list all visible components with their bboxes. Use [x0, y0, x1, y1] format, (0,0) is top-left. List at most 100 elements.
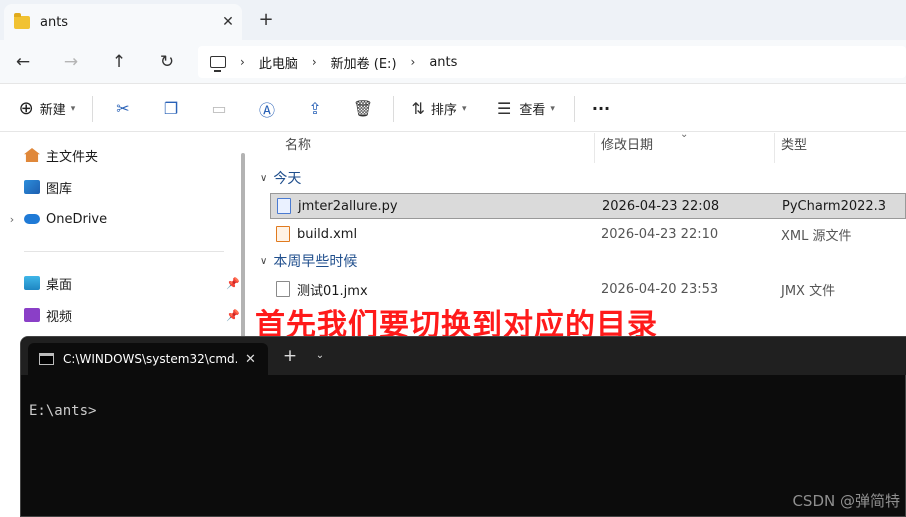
sidebar-item-label: 主文件夹 — [46, 149, 99, 165]
video-icon — [24, 308, 40, 322]
scissors-icon: ✂ — [116, 99, 130, 118]
new-button-label: 新建 — [39, 103, 66, 118]
table-row[interactable]: 测试01.jmx 2026-04-20 23:53 JMX 文件 — [270, 276, 906, 302]
tab-title: ants — [40, 14, 69, 30]
gallery-icon — [24, 180, 40, 194]
forward-button[interactable]: → — [55, 40, 87, 84]
terminal-tab-strip: C:\WINDOWS\system32\cmd.e ✕ + ⌄ — [21, 337, 906, 375]
file-name: jmter2allure.py — [298, 198, 398, 214]
clipboard-icon: ▭ — [211, 99, 227, 118]
sort-button-label: 排序 — [430, 103, 457, 118]
tab-close-button[interactable]: ✕ — [214, 14, 242, 30]
breadcrumb-this-pc[interactable]: 此电脑 — [259, 53, 298, 72]
column-divider[interactable] — [774, 133, 775, 163]
paste-button[interactable]: ▭ — [195, 86, 243, 132]
file-icon — [276, 281, 290, 297]
group-header-today[interactable]: ∨ 今天 — [260, 165, 301, 191]
share-icon: ⇪ — [308, 99, 322, 118]
group-header-earlier-this-week[interactable]: ∨ 本周早些时候 — [260, 248, 357, 274]
plus-circle-icon: ⊕ — [18, 98, 34, 119]
sidebar-item-onedrive[interactable]: › OneDrive — [0, 204, 240, 234]
terminal-tab-title: C:\WINDOWS\system32\cmd.e — [63, 352, 237, 366]
file-date: 2026-04-20 23:53 — [601, 281, 719, 297]
chevron-right-icon[interactable]: › — [0, 213, 24, 226]
column-header-date[interactable]: 修改日期 — [601, 133, 653, 159]
file-type: XML 源文件 — [781, 228, 852, 244]
group-label: 本周早些时候 — [273, 254, 358, 270]
divider — [393, 95, 394, 122]
column-header-type[interactable]: 类型 — [781, 133, 807, 159]
file-date: 2026-04-23 22:10 — [601, 226, 719, 242]
terminal-dropdown-button[interactable]: ⌄ — [309, 345, 331, 367]
sidebar-item-video[interactable]: 视频 📌 — [0, 300, 240, 330]
address-row: ← → ↑ ↻ › 此电脑 › 新加卷 (E:) › ants — [0, 40, 906, 84]
sort-icon: ⇅ — [411, 99, 425, 118]
file-name: build.xml — [297, 226, 358, 242]
folder-icon — [14, 12, 30, 29]
pin-icon[interactable]: 📌 — [226, 309, 240, 322]
copy-icon: ❐ — [163, 99, 179, 118]
cmd-icon — [39, 353, 54, 365]
breadcrumb-drive[interactable]: 新加卷 (E:) — [331, 53, 397, 72]
new-button[interactable]: ⊕ 新建 ▾ — [8, 86, 86, 132]
scrollbar-thumb[interactable] — [241, 153, 245, 353]
sidebar-item-gallery[interactable]: 图库 — [0, 172, 240, 202]
rename-icon: Ⓐ — [258, 100, 275, 120]
terminal-new-tab-button[interactable]: + — [279, 345, 301, 367]
xml-file-icon — [276, 226, 290, 242]
chevron-down-icon: ∨ — [260, 172, 268, 184]
title-tab-strip: ants ✕ + — [0, 0, 906, 40]
cloud-icon — [24, 214, 40, 224]
sidebar-item-label: 视频 — [46, 309, 73, 325]
file-date: 2026-04-23 22:08 — [602, 198, 720, 214]
trash-icon: 🗑 — [352, 99, 374, 118]
file-name: 测试01.jmx — [297, 283, 368, 299]
sidebar-item-label: OneDrive — [46, 211, 108, 227]
column-header-name[interactable]: 名称 — [285, 133, 311, 159]
divider — [24, 251, 224, 252]
explorer-tab[interactable]: ants ✕ — [4, 4, 242, 40]
table-row[interactable]: build.xml 2026-04-23 22:10 XML 源文件 — [270, 221, 906, 247]
cut-button[interactable]: ✂ — [99, 86, 147, 132]
breadcrumb-ants[interactable]: ants — [429, 55, 457, 70]
copy-button[interactable]: ❐ — [147, 86, 195, 132]
rename-button[interactable]: Ⓐ — [243, 86, 291, 132]
share-button[interactable]: ⇪ — [291, 86, 339, 132]
up-button[interactable]: ↑ — [103, 40, 135, 84]
view-lines-icon: ☰ — [497, 99, 512, 118]
back-button[interactable]: ← — [7, 40, 39, 84]
divider — [574, 95, 575, 122]
python-file-icon — [277, 198, 291, 214]
view-button[interactable]: ☰ 查看 ▾ — [484, 86, 568, 132]
pin-icon[interactable]: 📌 — [226, 277, 240, 290]
sort-chevron-icon: ⌄ — [680, 129, 689, 140]
group-label: 今天 — [273, 171, 302, 187]
refresh-button[interactable]: ↻ — [151, 40, 183, 84]
breadcrumb-separator-icon: › — [410, 55, 416, 69]
file-type: PyCharm2022.3 — [782, 198, 887, 214]
column-divider[interactable] — [594, 133, 595, 163]
view-button-label: 查看 — [519, 103, 546, 118]
file-type: JMX 文件 — [781, 283, 836, 299]
new-tab-button[interactable]: + — [254, 8, 278, 32]
terminal-tab-close-button[interactable]: ✕ — [245, 352, 256, 367]
watermark: CSDN @弹简特 — [792, 492, 900, 510]
breadcrumb-separator-icon: › — [240, 55, 245, 69]
sidebar-item-desktop[interactable]: 桌面 📌 — [0, 268, 240, 298]
address-bar[interactable]: › 此电脑 › 新加卷 (E:) › ants — [198, 46, 906, 78]
chevron-down-icon: ▾ — [550, 103, 555, 114]
table-row[interactable]: jmter2allure.py 2026-04-23 22:08 PyCharm… — [270, 193, 906, 219]
divider — [92, 95, 93, 122]
chevron-down-icon: ▾ — [461, 103, 467, 114]
sidebar-item-label: 图库 — [46, 181, 73, 197]
terminal-prompt[interactable]: E:\ants> — [29, 403, 96, 419]
desktop-icon — [24, 276, 40, 290]
chevron-down-icon: ∨ — [260, 255, 268, 267]
more-options-button[interactable]: ··· — [581, 86, 621, 132]
sidebar-item-home[interactable]: 主文件夹 — [0, 140, 240, 170]
terminal-window[interactable]: C:\WINDOWS\system32\cmd.e ✕ + ⌄ E:\ants> — [20, 336, 906, 517]
sort-button[interactable]: ⇅ 排序 ▾ — [400, 86, 478, 132]
terminal-tab[interactable]: C:\WINDOWS\system32\cmd.e ✕ — [28, 343, 268, 375]
delete-button[interactable]: 🗑 — [339, 86, 387, 132]
breadcrumb-separator-icon: › — [311, 55, 317, 69]
